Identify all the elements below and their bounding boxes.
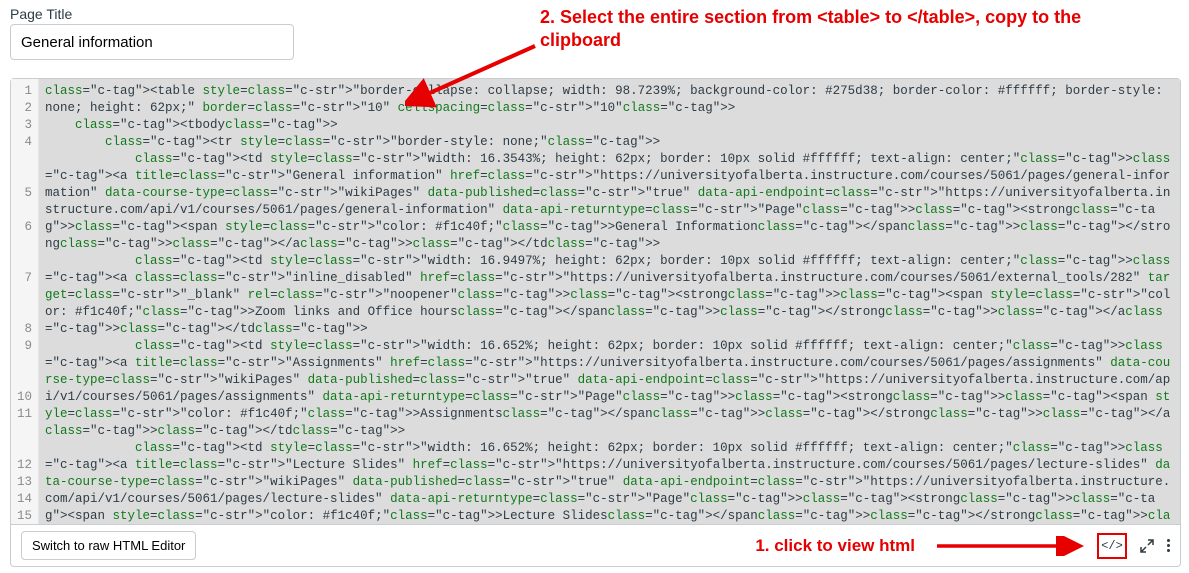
more-options-icon[interactable] [1167, 539, 1170, 552]
arrow-step1-icon [935, 536, 1085, 556]
line-gutter: 123456789101112131415 [11, 79, 39, 524]
annotation-step1: 1. click to view html [755, 535, 915, 557]
code-content[interactable]: class="c-tag"><table style=class="c-str"… [39, 79, 1180, 524]
switch-raw-html-button[interactable]: Switch to raw HTML Editor [21, 531, 196, 560]
fullscreen-icon[interactable] [1139, 538, 1155, 554]
annotation-step2: 2. Select the entire section from <table… [540, 6, 1100, 52]
view-html-icon[interactable]: </> [1097, 533, 1127, 559]
page-title-input[interactable] [10, 24, 294, 60]
arrow-step2-icon [405, 40, 545, 110]
html-editor[interactable]: 123456789101112131415 class="c-tag"><tab… [10, 78, 1181, 525]
editor-footer: Switch to raw HTML Editor 1. click to vi… [10, 525, 1181, 567]
